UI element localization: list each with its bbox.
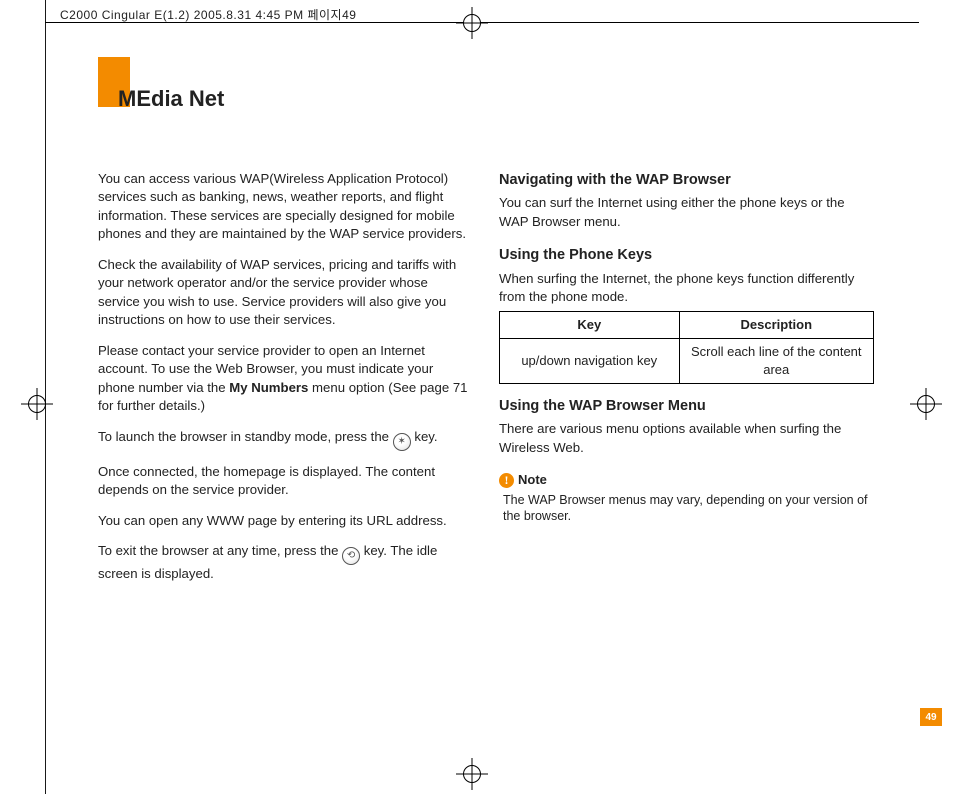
text-run: To launch the browser in standby mode, p… — [98, 429, 393, 444]
subheading: Using the Phone Keys — [499, 245, 874, 265]
content-columns: You can access various WAP(Wireless Appl… — [98, 170, 878, 596]
registration-mark-icon — [917, 395, 935, 413]
subheading: Using the WAP Browser Menu — [499, 396, 874, 416]
subheading: Navigating with the WAP Browser — [499, 170, 874, 190]
left-column: You can access various WAP(Wireless Appl… — [98, 170, 473, 596]
my-numbers-bold: My Numbers — [229, 380, 308, 395]
body-paragraph: You can open any WWW page by entering it… — [98, 512, 473, 530]
page-title: MEdia Net — [118, 86, 224, 112]
registration-mark-icon — [463, 14, 481, 32]
note-icon: ! — [499, 473, 514, 488]
text-run: key. — [414, 429, 437, 444]
body-paragraph: Check the availability of WAP services, … — [98, 256, 473, 330]
body-paragraph: When surfing the Internet, the phone key… — [499, 270, 874, 307]
crop-left-line — [45, 0, 46, 794]
note-label: Note — [518, 471, 547, 489]
file-header-meta: C2000 Cingular E(1.2) 2005.8.31 4:45 PM … — [60, 6, 356, 23]
registration-mark-icon — [463, 765, 481, 783]
table-header-key: Key — [500, 311, 680, 338]
text-run: To exit the browser at any time, press t… — [98, 543, 342, 558]
page-number-badge: 49 — [920, 708, 942, 726]
note-body: The WAP Browser menus may vary, dependin… — [503, 492, 874, 526]
table-row: up/down navigation key Scroll each line … — [500, 338, 874, 383]
body-paragraph: To exit the browser at any time, press t… — [98, 542, 473, 583]
ok-key-icon: ✶ — [393, 433, 411, 451]
note-header: ! Note — [499, 471, 874, 489]
table-cell-description: Scroll each line of the content area — [679, 338, 873, 383]
table-cell-key: up/down navigation key — [500, 338, 680, 383]
body-paragraph: You can access various WAP(Wireless Appl… — [98, 170, 473, 244]
registration-mark-icon — [28, 395, 46, 413]
body-paragraph: There are various menu options available… — [499, 420, 874, 457]
body-paragraph: You can surf the Internet using either t… — [499, 194, 874, 231]
body-paragraph: Once connected, the homepage is displaye… — [98, 463, 473, 500]
body-paragraph: Please contact your service provider to … — [98, 342, 473, 416]
end-key-icon: ⟲ — [342, 547, 360, 565]
table-header-description: Description — [679, 311, 873, 338]
key-description-table: Key Description up/down navigation key S… — [499, 311, 874, 385]
right-column: Navigating with the WAP Browser You can … — [499, 170, 874, 596]
table-header-row: Key Description — [500, 311, 874, 338]
body-paragraph: To launch the browser in standby mode, p… — [98, 428, 473, 451]
